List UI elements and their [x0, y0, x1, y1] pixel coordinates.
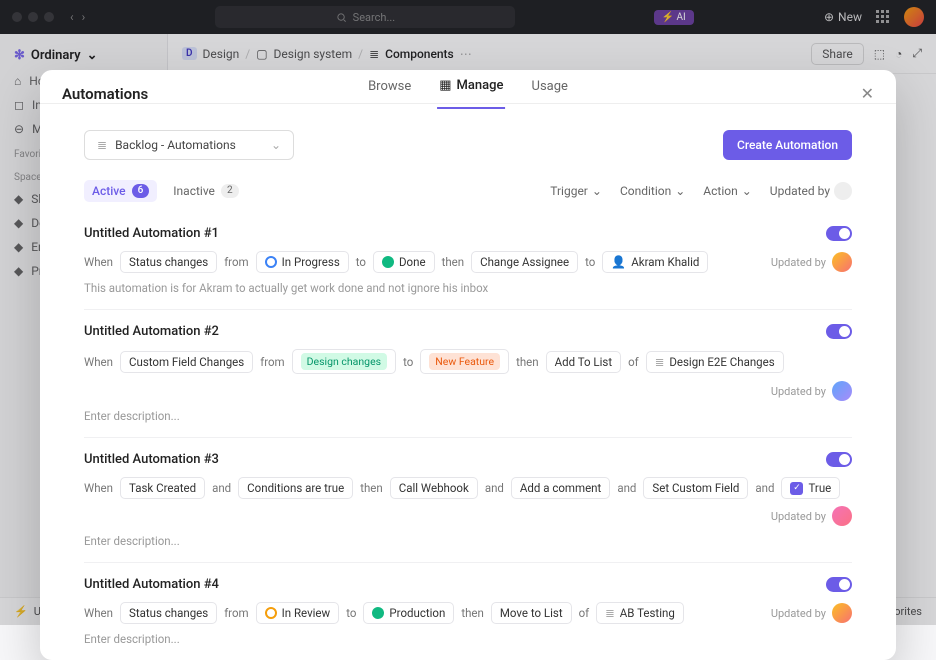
label-and: and [755, 481, 774, 495]
label-when: When [84, 355, 113, 369]
automation-description[interactable]: Enter description... [84, 632, 852, 646]
assignee-chip[interactable]: 👤Akram Khalid [602, 251, 708, 273]
inactive-count: 2 [221, 184, 239, 198]
label-from: from [260, 355, 284, 369]
filter-inactive[interactable]: Inactive2 [165, 180, 246, 202]
status-dot-icon [372, 607, 384, 619]
status-dot-icon [382, 256, 394, 268]
label-from: from [224, 255, 248, 269]
chevron-down-icon: ⌄ [742, 184, 752, 198]
status-chip[interactable]: In Review [256, 602, 340, 624]
close-icon[interactable]: ✕ [861, 84, 874, 103]
automation-row: Untitled Automation #1 When Status chang… [84, 212, 852, 310]
label-to: to [356, 255, 366, 269]
automation-title[interactable]: Untitled Automation #1 [84, 226, 219, 241]
chevron-down-icon: ⌄ [675, 184, 685, 198]
chevron-down-icon: ⌄ [271, 138, 281, 152]
list-chip[interactable]: ≣ Design E2E Changes [646, 351, 784, 373]
label-then: then [360, 481, 383, 495]
avatar[interactable] [832, 506, 852, 526]
label-when: When [84, 255, 113, 269]
status-chip[interactable]: In Progress [256, 251, 349, 273]
updated-by: Updated by [771, 252, 852, 272]
filter-trigger[interactable]: Trigger ⌄ [550, 184, 602, 198]
create-automation-button[interactable]: Create Automation [723, 130, 852, 160]
manage-icon: ▦ [439, 78, 451, 93]
automation-row: Untitled Automation #3 When Task Created… [84, 438, 852, 563]
avatar-stack [834, 182, 852, 200]
label-when: When [84, 481, 113, 495]
action-chip[interactable]: Change Assignee [471, 251, 578, 273]
tab-usage[interactable]: Usage [530, 78, 570, 109]
status-chip[interactable]: Production [363, 602, 454, 624]
list-chip[interactable]: ≣ AB Testing [596, 602, 684, 624]
filter-active[interactable]: Active6 [84, 180, 157, 202]
updated-by: Updated by [771, 603, 852, 623]
avatar[interactable] [832, 252, 852, 272]
label-and: and [212, 481, 231, 495]
automation-title[interactable]: Untitled Automation #2 [84, 324, 219, 339]
automation-toggle[interactable] [826, 577, 852, 592]
action-chip[interactable]: Set Custom Field [643, 477, 748, 499]
label-to: to [403, 355, 413, 369]
avatar[interactable] [832, 381, 852, 401]
label-from: from [224, 606, 248, 620]
filter-updatedby[interactable]: Updated by [770, 182, 852, 200]
status-dot-icon [265, 607, 277, 619]
automation-toggle[interactable] [826, 226, 852, 241]
automation-description[interactable]: Enter description... [84, 534, 852, 548]
label-of: of [628, 355, 639, 369]
updated-by: Updated by [771, 506, 852, 526]
list-icon: ≣ [655, 355, 665, 369]
automations-modal: Automations Browse ▦Manage Usage ✕ ≣Back… [40, 70, 896, 660]
value-chip[interactable]: ✓True [781, 477, 840, 499]
label-when: When [84, 606, 113, 620]
tag-chip[interactable]: Design changes [292, 349, 396, 374]
automation-toggle[interactable] [826, 452, 852, 467]
modal-overlay: Automations Browse ▦Manage Usage ✕ ≣Back… [0, 0, 936, 625]
list-icon: ≣ [97, 138, 107, 152]
scope-select[interactable]: ≣Backlog - Automations ⌄ [84, 130, 294, 160]
trigger-chip[interactable]: Status changes [120, 251, 217, 273]
condition-chip[interactable]: Conditions are true [238, 477, 353, 499]
label-to: to [346, 606, 356, 620]
label-to: to [585, 255, 595, 269]
trigger-chip[interactable]: Status changes [120, 602, 217, 624]
check-icon: ✓ [790, 482, 803, 495]
automation-row: Untitled Automation #4 When Status chang… [84, 563, 852, 660]
list-icon: ≣ [605, 606, 615, 620]
label-then: then [442, 255, 465, 269]
status-dot-icon [265, 256, 277, 268]
avatar[interactable] [832, 603, 852, 623]
action-chip[interactable]: Add To List [546, 351, 622, 373]
automation-title[interactable]: Untitled Automation #4 [84, 577, 219, 592]
label-and: and [617, 481, 636, 495]
label-of: of [579, 606, 590, 620]
trigger-chip[interactable]: Task Created [120, 477, 205, 499]
automation-description[interactable]: This automation is for Akram to actually… [84, 281, 852, 295]
tab-browse[interactable]: Browse [366, 78, 413, 109]
status-chip[interactable]: Done [373, 251, 435, 273]
filter-condition[interactable]: Condition ⌄ [620, 184, 685, 198]
tab-manage[interactable]: ▦Manage [437, 78, 505, 109]
filter-action[interactable]: Action ⌄ [703, 184, 752, 198]
automation-row: Untitled Automation #2 When Custom Field… [84, 310, 852, 438]
automation-description[interactable]: Enter description... [84, 409, 852, 423]
action-chip[interactable]: Move to List [491, 602, 572, 624]
action-chip[interactable]: Call Webhook [390, 477, 478, 499]
label-and: and [485, 481, 504, 495]
action-chip[interactable]: Add a comment [511, 477, 610, 499]
tag-chip[interactable]: New Feature [420, 349, 509, 374]
trigger-chip[interactable]: Custom Field Changes [120, 351, 253, 373]
automation-title[interactable]: Untitled Automation #3 [84, 452, 219, 467]
chevron-down-icon: ⌄ [592, 184, 602, 198]
automation-toggle[interactable] [826, 324, 852, 339]
updated-by: Updated by [771, 381, 852, 401]
modal-title: Automations [62, 85, 148, 103]
label-then: then [461, 606, 484, 620]
person-icon: 👤 [611, 255, 626, 269]
active-count: 6 [132, 184, 150, 198]
label-then: then [516, 355, 539, 369]
